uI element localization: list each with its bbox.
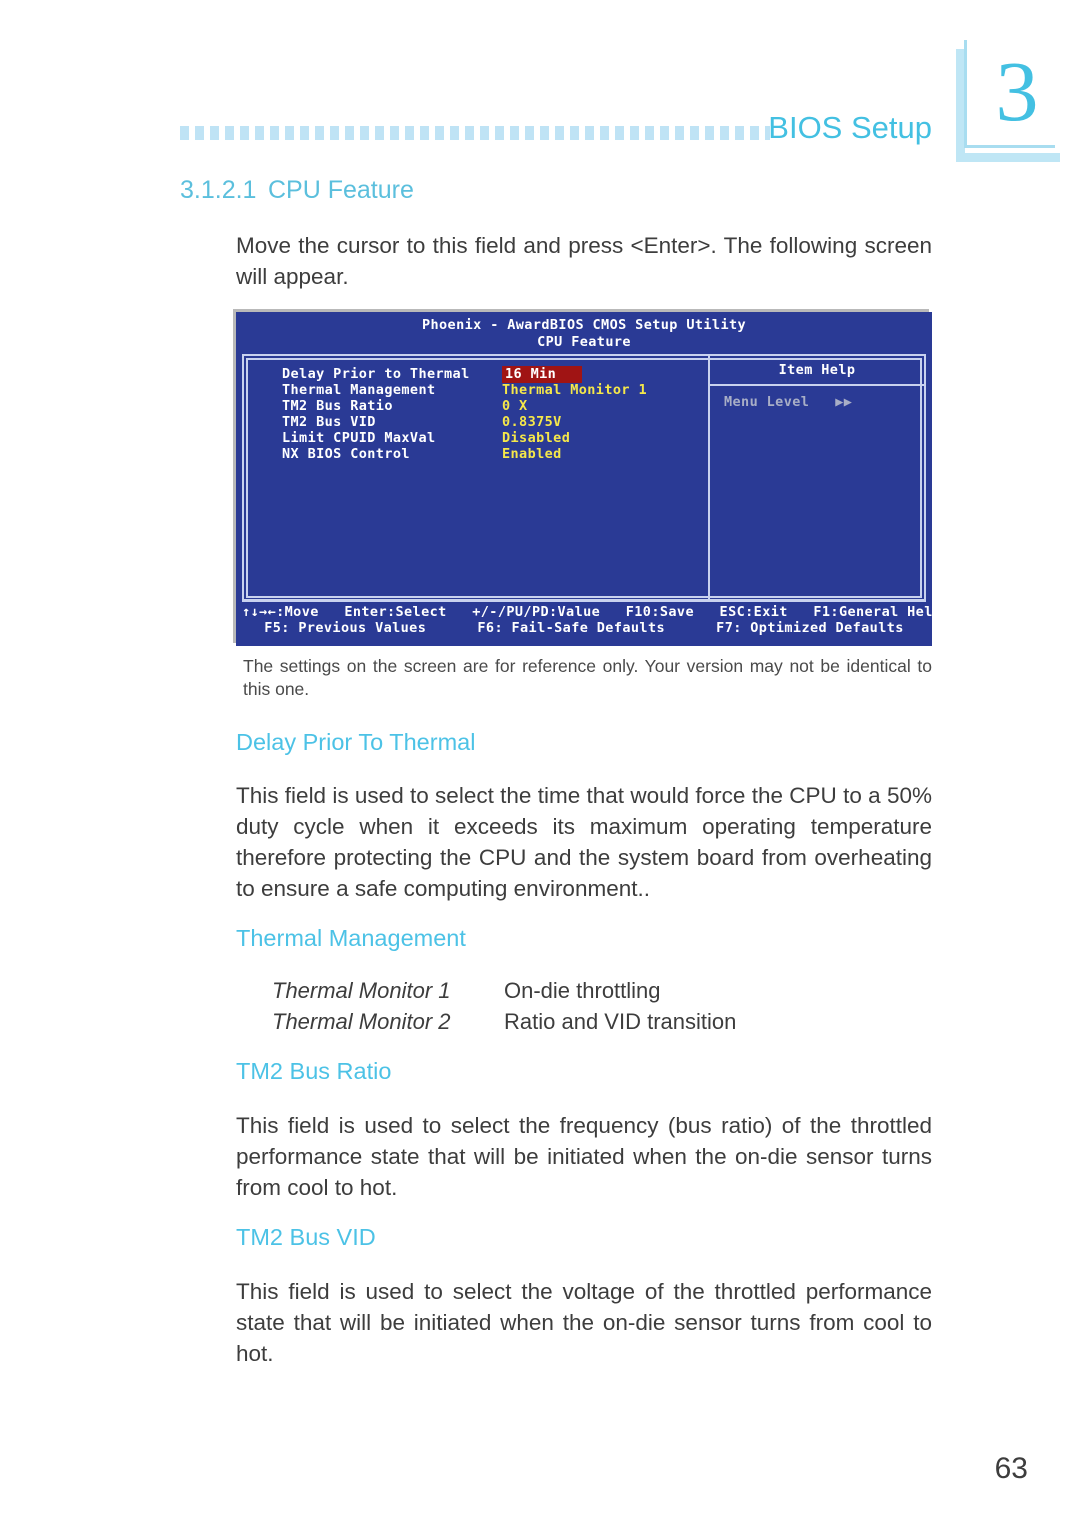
header-title: BIOS Setup bbox=[768, 110, 932, 145]
section-title: CPU Feature bbox=[268, 176, 414, 204]
bios-option-row[interactable]: Thermal Management Thermal Monitor 1 bbox=[282, 382, 647, 398]
bios-item-help-title: Item Help bbox=[778, 362, 856, 378]
field-heading-tm2-bus-vid: TM2 Bus VID bbox=[236, 1224, 376, 1250]
bios-menu-level: Menu Level ▶▶ bbox=[724, 394, 852, 410]
bios-option-value[interactable]: Enabled bbox=[502, 446, 562, 462]
bios-option-label: Thermal Management bbox=[282, 382, 436, 398]
section-heading: 3.1.2.1 CPU Feature bbox=[180, 176, 414, 205]
field-body-tm2-bus-vid: This field is used to select the voltage… bbox=[236, 1279, 932, 1366]
bios-option-value[interactable]: 0 X bbox=[502, 398, 528, 414]
field-heading-delay-prior-to-thermal: Delay Prior To Thermal bbox=[236, 729, 476, 755]
page-number: 63 bbox=[994, 1452, 1028, 1485]
thermal-monitor-name: Thermal Monitor 2 bbox=[272, 1009, 451, 1034]
bios-options-panel: Delay Prior to Thermal 16 Min Thermal Man… bbox=[244, 356, 708, 600]
table-row: Thermal Monitor 1 On-die throttling bbox=[272, 975, 736, 1006]
bios-option-value[interactable]: 16 Min bbox=[502, 366, 582, 383]
bios-menu-level-label: Menu Level bbox=[724, 394, 810, 410]
thermal-monitor-name: Thermal Monitor 1 bbox=[272, 978, 451, 1003]
chapter-number: 3 bbox=[995, 43, 1039, 139]
bios-option-row[interactable]: TM2 Bus VID 0.8375V bbox=[282, 414, 647, 430]
bios-option-value[interactable]: Disabled bbox=[502, 430, 570, 446]
thermal-monitor-table: Thermal Monitor 1 On-die throttling Therm… bbox=[272, 975, 736, 1037]
bios-frame: Delay Prior to Thermal 16 Min Thermal Man… bbox=[242, 354, 926, 602]
bios-title: Phoenix - AwardBIOS CMOS Setup Utility C… bbox=[236, 317, 932, 351]
double-chevron-right-icon: ▶▶ bbox=[835, 394, 853, 410]
section-intro-paragraph: Move the cursor to this field and press … bbox=[236, 233, 932, 289]
field-body-delay-prior-to-thermal: This field is used to select the time th… bbox=[236, 783, 932, 901]
bios-option-value[interactable]: 0.8375V bbox=[502, 414, 562, 430]
header-dotted-rule bbox=[180, 126, 770, 140]
thermal-monitor-description: On-die throttling bbox=[504, 978, 661, 1003]
bios-setup-screenshot: Phoenix - AwardBIOS CMOS Setup Utility C… bbox=[236, 312, 932, 646]
bios-keyhelp-footer: ↑↓→←:Move Enter:Select +/-/PU/PD:Value F… bbox=[242, 599, 932, 640]
bios-option-label: TM2 Bus Ratio bbox=[282, 398, 393, 414]
field-body-tm2-bus-ratio: This field is used to select the frequen… bbox=[236, 1113, 932, 1200]
bios-item-help-rule bbox=[710, 384, 924, 386]
bios-option-label: NX BIOS Control bbox=[282, 446, 410, 462]
bios-option-row[interactable]: TM2 Bus Ratio 0 X bbox=[282, 398, 647, 414]
bios-option-row[interactable]: NX BIOS Control Enabled bbox=[282, 446, 647, 462]
bios-option-label: Delay Prior to Thermal bbox=[282, 366, 470, 382]
bios-option-row[interactable]: Delay Prior to Thermal 16 Min bbox=[282, 366, 647, 383]
thermal-monitor-description: Ratio and VID transition bbox=[504, 1009, 737, 1034]
section-number: 3.1.2.1 bbox=[180, 176, 257, 204]
screenshot-caption: The settings on the screen are for refer… bbox=[243, 656, 932, 699]
bios-title-line1: Phoenix - AwardBIOS CMOS Setup Utility bbox=[421, 317, 747, 333]
bios-item-help-panel: Item Help Menu Level ▶▶ bbox=[710, 356, 924, 600]
bios-options-list: Delay Prior to Thermal 16 Min Thermal Man… bbox=[282, 366, 647, 462]
field-heading-tm2-bus-ratio: TM2 Bus Ratio bbox=[236, 1058, 392, 1084]
table-row: Thermal Monitor 2 Ratio and VID transitio… bbox=[272, 1006, 736, 1037]
bios-option-value[interactable]: Thermal Monitor 1 bbox=[502, 382, 647, 398]
chapter-marker: 3 bbox=[956, 40, 1060, 162]
bios-option-label: TM2 Bus VID bbox=[282, 414, 376, 430]
bios-keyhelp-line1: ↑↓→←:Move Enter:Select +/-/PU/PD:Value F… bbox=[242, 604, 932, 620]
field-heading-thermal-management: Thermal Management bbox=[236, 925, 466, 951]
bios-keyhelp-line2: F5: Previous Values F6: Fail-Safe Defaul… bbox=[264, 620, 904, 636]
page-header: BIOS Setup bbox=[180, 110, 932, 150]
bios-option-row[interactable]: Limit CPUID MaxVal Disabled bbox=[282, 430, 647, 446]
bios-title-line2: CPU Feature bbox=[537, 334, 631, 350]
bios-option-label: Limit CPUID MaxVal bbox=[282, 430, 436, 446]
